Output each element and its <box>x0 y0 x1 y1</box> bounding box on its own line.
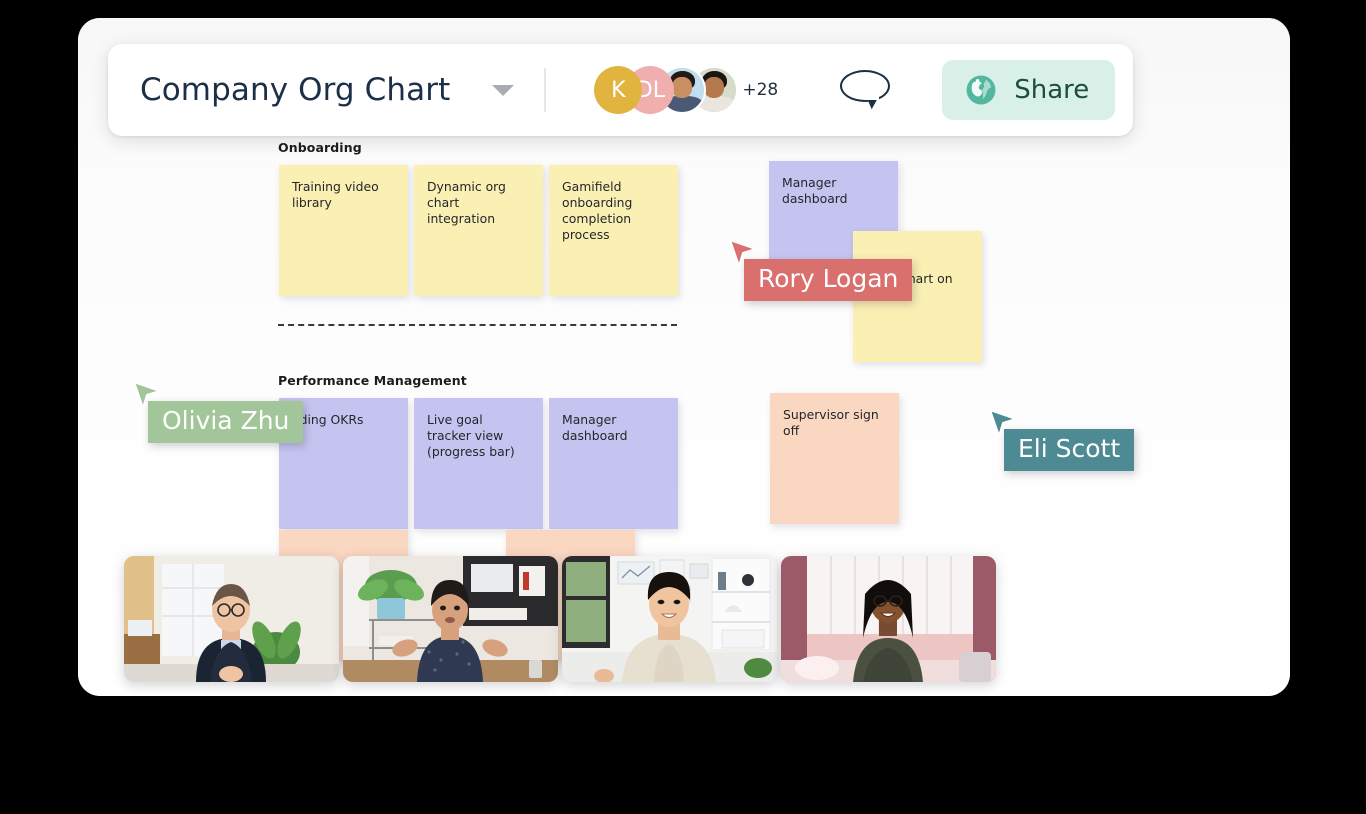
chevron-down-icon[interactable] <box>492 84 515 96</box>
cursor-pointer-icon <box>729 239 757 267</box>
app-window: Onboarding Training video library Dynami… <box>78 18 1290 696</box>
section-label-onboarding: Onboarding <box>278 140 362 155</box>
sticky-note-gamifield-onboarding[interactable]: Gamifield onboarding completion process <box>549 165 678 296</box>
globe-icon <box>966 75 996 105</box>
participant-video-2 <box>343 556 558 682</box>
cursor-label-eli-scott: Eli Scott <box>1004 429 1135 471</box>
participant-video-1 <box>124 556 339 682</box>
document-title[interactable]: Company Org Chart <box>140 72 450 108</box>
share-button-label: Share <box>1014 75 1090 105</box>
sticky-note-dynamic-org-chart-integration[interactable]: Dynamic org chart integration <box>414 165 543 296</box>
sticky-note-cascading-okrs[interactable]: ading OKRs <box>279 398 408 529</box>
collaborator-avatar-stack[interactable]: K DL +28 <box>594 66 778 114</box>
participant-video-3 <box>562 556 777 682</box>
avatar-overflow-count[interactable]: +28 <box>742 80 778 100</box>
video-tile-participant-1[interactable] <box>124 556 339 682</box>
section-label-performance-management: Performance Management <box>278 373 467 388</box>
avatar-initial-text: K <box>611 77 626 103</box>
sticky-note-manager-dashboard-performance[interactable]: Manager dashboard <box>549 398 678 529</box>
comment-bubble-icon[interactable] <box>840 70 894 110</box>
video-tile-participant-4[interactable] <box>781 556 996 682</box>
sticky-note-org-chart-partial[interactable]: c org chart on <box>853 231 982 362</box>
header-divider <box>544 68 547 112</box>
sticky-note-training-video-library[interactable]: Training video library <box>279 165 408 296</box>
sticky-note-live-goal-tracker[interactable]: Live goal tracker view (progress bar) <box>414 398 543 529</box>
app-header: Company Org Chart K DL +28 Share <box>108 44 1133 136</box>
video-participant-strip <box>124 556 996 682</box>
cursor-pointer-icon <box>989 409 1017 437</box>
sticky-note-supervisor-sign-off[interactable]: Supervisor sign off <box>770 393 899 524</box>
section-divider <box>278 324 677 326</box>
share-button[interactable]: Share <box>942 60 1116 120</box>
video-tile-participant-3[interactable] <box>562 556 777 682</box>
cursor-pointer-icon <box>133 381 161 409</box>
video-tile-participant-2[interactable] <box>343 556 558 682</box>
screenshot-stage: Onboarding Training video library Dynami… <box>0 0 1366 814</box>
participant-video-4 <box>781 556 996 682</box>
